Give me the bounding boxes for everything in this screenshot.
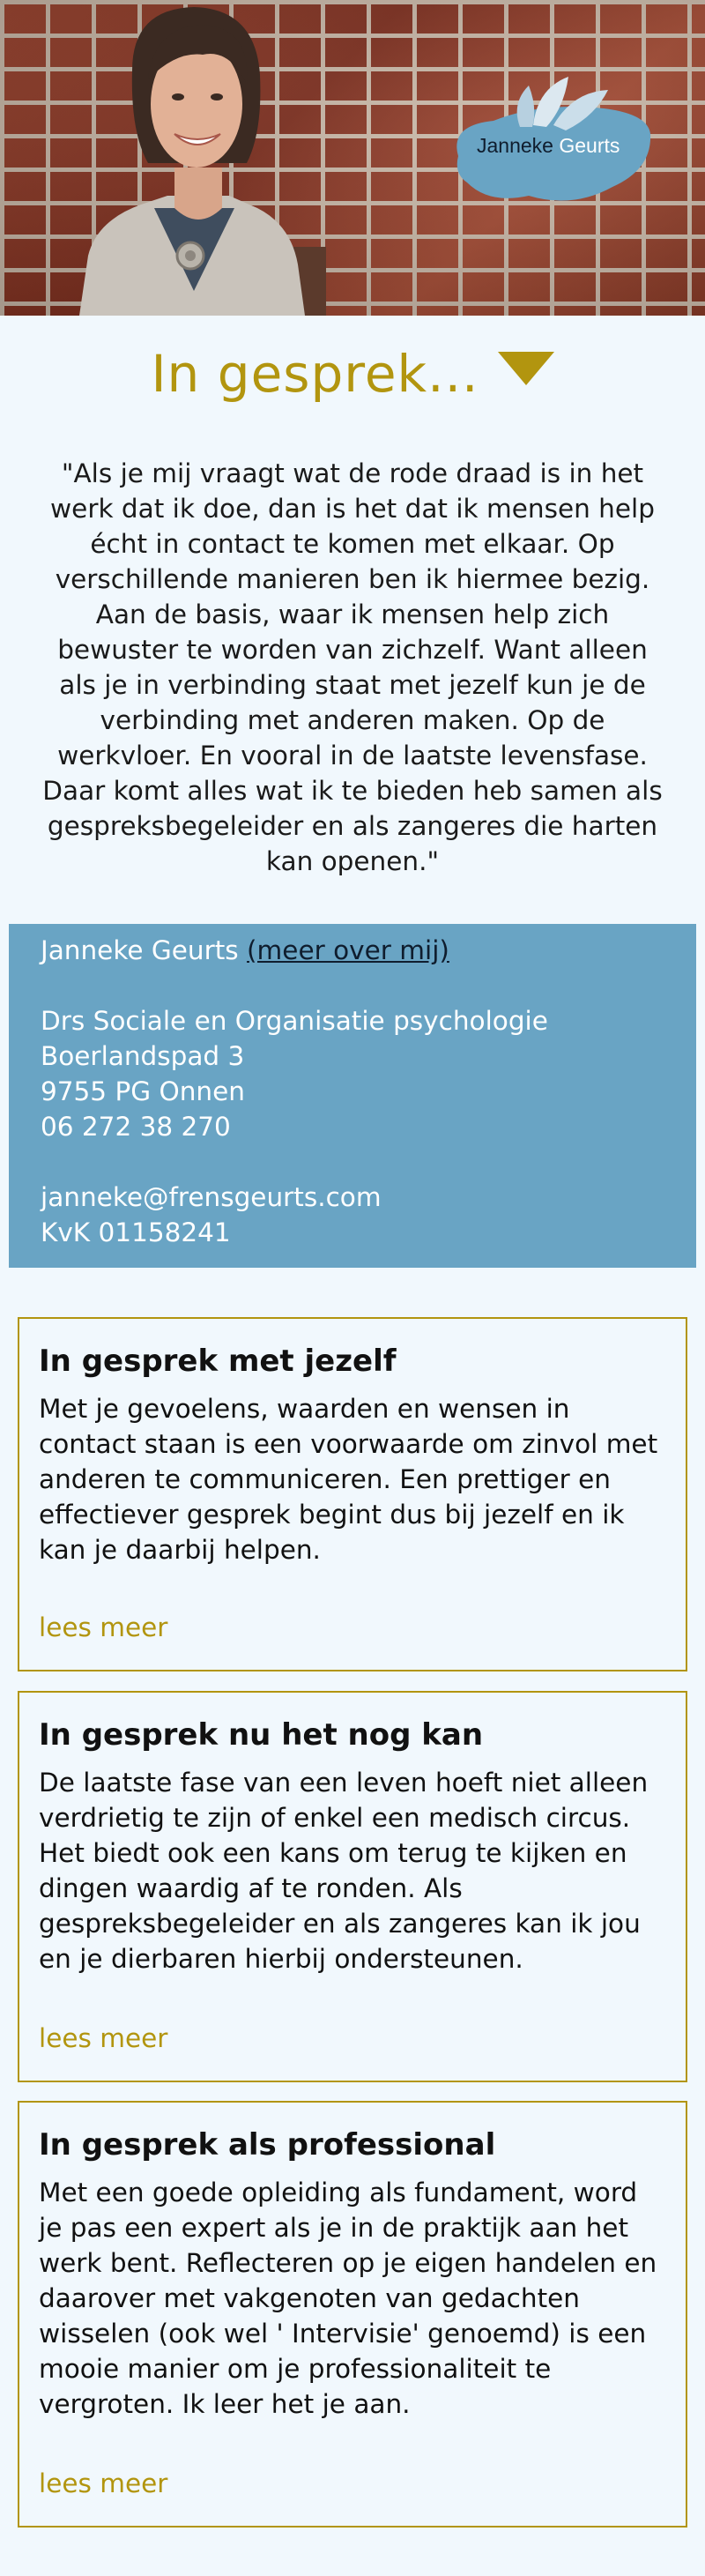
contact-name: Janneke Geurts xyxy=(41,935,239,965)
quote-line: werkvloer. En vooral in de laatste leven… xyxy=(57,741,648,771)
contact-email[interactable]: janneke@frensgeurts.com xyxy=(41,1180,664,1215)
card-line: verdrietig te zijn of enkel een medisch … xyxy=(39,1803,631,1833)
card-line: effectiever gesprek begint dus bij jezel… xyxy=(39,1500,625,1530)
read-more-link[interactable]: lees meer xyxy=(39,2021,167,2056)
card-line: wisselen (ook wel ' Intervisie' genoemd)… xyxy=(39,2319,647,2349)
contact-name-row: Janneke Geurts (meer over mij) xyxy=(41,933,664,968)
card-line: dingen waardig af te ronden. Als xyxy=(39,1873,463,1903)
service-card: In gesprek met jezelf Met je gevoelens, … xyxy=(18,1317,687,1671)
intro-quote: "Als je mij vraagt wat de rode draad is … xyxy=(26,456,679,879)
quote-line: verbinding met anderen maken. Op de xyxy=(100,705,605,735)
service-card: In gesprek nu het nog kan De laatste fas… xyxy=(18,1691,687,2082)
logo-text: Janneke Geurts xyxy=(477,134,620,157)
triangle-down-icon[interactable] xyxy=(497,352,554,385)
page-title: In gesprek... xyxy=(151,344,479,404)
card-title: In gesprek nu het nog kan xyxy=(39,1717,484,1753)
quote-line: "Als je mij vraagt wat de rode draad is … xyxy=(61,458,644,488)
card-line: en je dierbaren hierbij ondersteunen. xyxy=(39,1944,523,1974)
quote-line: kan openen." xyxy=(265,846,440,876)
card-line: vergroten. Ik leer het je aan. xyxy=(39,2389,411,2419)
read-more-link[interactable]: lees meer xyxy=(39,1610,167,1645)
quote-line: Daar komt alles wat ik te bieden heb sam… xyxy=(42,776,663,806)
service-card: In gesprek als professional Met een goed… xyxy=(18,2101,687,2528)
card-line: Met een goede opleiding als fundament, w… xyxy=(39,2178,638,2207)
quote-line: écht in contact te komen met elkaar. Op xyxy=(90,529,615,559)
card-line: anderen te communiceren. Een prettiger e… xyxy=(39,1464,611,1494)
card-line: De laatste fase van een leven hoeft niet… xyxy=(39,1768,649,1798)
about-me-link[interactable]: (meer over mij) xyxy=(247,935,449,965)
card-title: In gesprek met jezelf xyxy=(39,1344,397,1379)
card-line: Het biedt ook een kans om terug te kijke… xyxy=(39,1838,627,1868)
card-line: werk bent. Reflecteren op je eigen hande… xyxy=(39,2248,657,2278)
quote-line: werk dat ik doe, dan is het dat ik mense… xyxy=(50,494,655,524)
card-line: mooie manier om je professionaliteit te xyxy=(39,2354,552,2384)
contact-box: Janneke Geurts (meer over mij) Drs Socia… xyxy=(9,924,696,1268)
quote-line: als je in verbinding staat met jezelf ku… xyxy=(59,670,646,700)
contact-phone[interactable]: 06 272 38 270 xyxy=(41,1109,664,1144)
quote-line: bewuster te worden van zichzelf. Want al… xyxy=(57,635,648,665)
card-line: Met je gevoelens, waarden en wensen in xyxy=(39,1394,570,1424)
contact-title: Drs Sociale en Organisatie psychologie xyxy=(41,1006,548,1036)
page-heading: In gesprek... xyxy=(0,344,705,404)
hero-banner: Janneke Geurts xyxy=(0,0,705,316)
quote-line: Aan de basis, waar ik mensen help zich xyxy=(95,599,610,629)
contact-street: Boerlandspad 3 xyxy=(41,1041,245,1071)
contact-kvk: KvK 01158241 xyxy=(41,1217,231,1247)
quote-line: gespreksbegeleider en als zangeres die h… xyxy=(47,811,658,841)
card-line: gespreksbegeleider en als zangeres kan i… xyxy=(39,1909,641,1939)
card-line: contact staan is een voorwaarde om zinvo… xyxy=(39,1429,658,1459)
read-more-link[interactable]: lees meer xyxy=(39,2466,167,2501)
portrait-photo xyxy=(79,7,326,316)
quote-line: verschillende manieren ben ik hiermee be… xyxy=(55,564,650,594)
card-line: je pas een expert als je in de praktijk … xyxy=(39,2213,629,2243)
card-line: daarover met vakgenoten van gedachten xyxy=(39,2283,580,2313)
card-title: In gesprek als professional xyxy=(39,2127,496,2163)
card-line: kan je daarbij helpen. xyxy=(39,1535,321,1565)
contact-city: 9755 PG Onnen xyxy=(41,1076,245,1106)
